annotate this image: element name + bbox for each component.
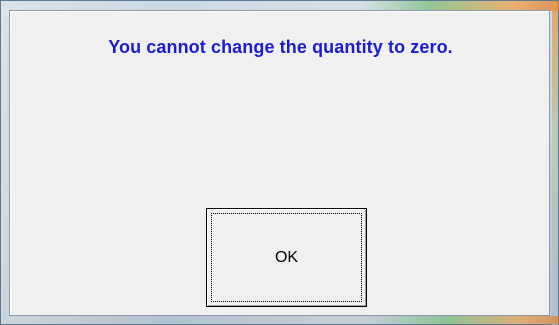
frame-glass-highlight-bottom [371,316,559,324]
dialog-client-area: You cannot change the quantity to zero. … [9,10,550,316]
dialog-message: You cannot change the quantity to zero. [108,37,453,57]
ok-button[interactable]: OK [206,208,367,307]
ok-button-label: OK [274,248,299,266]
dialog-window-frame: You cannot change the quantity to zero. … [0,0,559,325]
frame-glass-highlight-right [552,1,558,325]
